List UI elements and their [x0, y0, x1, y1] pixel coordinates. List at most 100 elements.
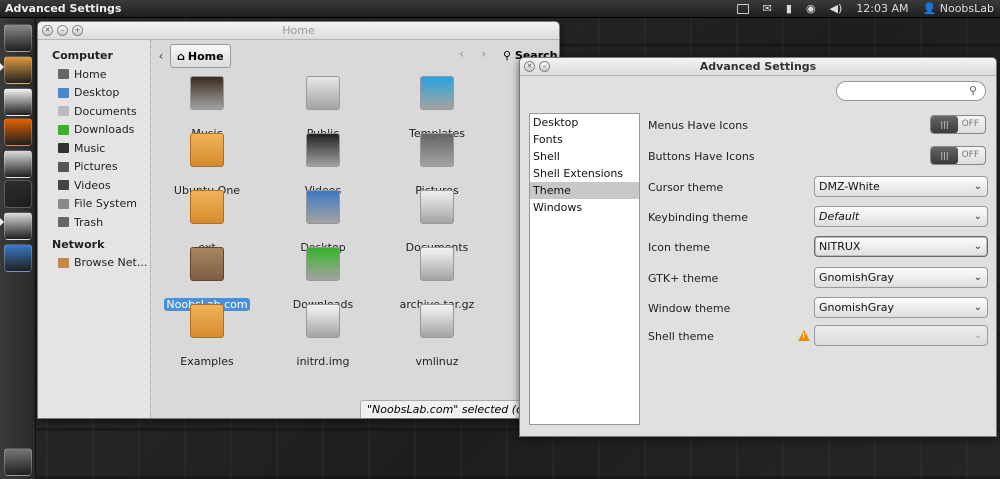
music-icon — [58, 143, 69, 154]
sidebar-item-pictures[interactable]: Pictures — [38, 158, 150, 177]
menus-have-icons-switch[interactable]: ||| OFF — [930, 115, 986, 134]
category-shell[interactable]: Shell — [530, 148, 639, 165]
chevron-down-icon: ⌄ — [973, 181, 982, 192]
window-theme-combo[interactable]: GnomishGray ⌄ — [814, 297, 988, 318]
keybinding-theme-combo[interactable]: Default ⌄ — [814, 206, 988, 227]
minimize-button[interactable]: – — [539, 61, 550, 72]
switch-knob: ||| — [931, 116, 958, 133]
forward-button[interactable]: › — [481, 47, 486, 62]
file-item[interactable]: vmlinuz — [382, 304, 492, 368]
file-item[interactable]: archive.tar.gz — [382, 247, 492, 311]
chevron-down-icon: ⌄ — [973, 330, 982, 341]
file-item[interactable]: NoobsLab.com — [152, 247, 262, 311]
trash-icon[interactable] — [4, 448, 32, 476]
settings-toggle-icon[interactable] — [4, 150, 32, 178]
file-item[interactable]: initrd.img — [268, 304, 378, 368]
file-manager-window: ✕ – + Home Computer Home Desktop Documents… — [37, 21, 560, 419]
sidebar-item-label: Browse Net... — [74, 256, 148, 270]
path-home-button[interactable]: ⌂ Home — [170, 44, 231, 68]
warning-icon: ! — [798, 330, 810, 341]
back-button[interactable]: ‹ — [459, 47, 464, 62]
sidebar-item-label: Pictures — [74, 160, 118, 174]
screen-icon[interactable] — [736, 2, 749, 15]
file-item[interactable]: ext — [152, 190, 262, 254]
file-item[interactable]: Downloads — [268, 247, 378, 311]
setting-label: Buttons Have Icons — [648, 149, 755, 163]
sidebar-item-videos[interactable]: Videos — [38, 176, 150, 195]
buttons-have-icons-switch[interactable]: ||| OFF — [930, 146, 986, 165]
terminal-icon[interactable] — [4, 180, 32, 208]
files-icon[interactable] — [4, 56, 32, 84]
volume-icon[interactable]: ◀) — [830, 2, 843, 15]
dash-icon[interactable] — [4, 24, 32, 52]
sidebar-divider[interactable] — [150, 40, 151, 418]
workspace-icon[interactable] — [4, 244, 32, 272]
network-icon[interactable]: ◉ — [806, 2, 816, 15]
file-item[interactable]: Music — [152, 76, 262, 140]
settings-search-input[interactable]: ⚲ — [836, 81, 986, 101]
close-button[interactable]: ✕ — [524, 61, 535, 72]
cursor-theme-combo[interactable]: DMZ-White ⌄ — [814, 176, 988, 197]
sidebar-item-desktop[interactable]: Desktop — [38, 84, 150, 103]
chevron-down-icon: ⌄ — [973, 272, 982, 283]
home-icon — [58, 69, 69, 80]
file-item[interactable]: Documents — [382, 190, 492, 254]
sidebar-item-music[interactable]: Music — [38, 139, 150, 158]
setting-label: Shell theme — [648, 329, 714, 343]
sidebar-item-downloads[interactable]: Downloads — [38, 121, 150, 140]
search-icon: ⚲ — [503, 49, 512, 62]
advanced-settings-titlebar[interactable]: ✕ – Advanced Settings — [520, 58, 996, 76]
clock[interactable]: 12:03 AM — [856, 2, 908, 15]
chevron-down-icon: ⌄ — [973, 302, 982, 313]
chevron-left-icon[interactable]: ‹ — [152, 49, 170, 63]
maximize-button[interactable]: + — [72, 25, 83, 36]
gtk-theme-combo[interactable]: GnomishGray ⌄ — [814, 267, 988, 288]
writer-icon[interactable] — [4, 88, 32, 116]
sidebar-item-file-system[interactable]: File System — [38, 195, 150, 214]
user-menu[interactable]: 👤 NoobsLab — [923, 2, 994, 15]
browse-network-icon — [58, 257, 69, 268]
app-menu-title[interactable]: Advanced Settings — [0, 2, 730, 15]
sidebar-item-documents[interactable]: Documents — [38, 102, 150, 121]
folder-icon — [190, 247, 224, 281]
setting-row-icon-theme: Icon theme NITRUX ⌄ — [648, 236, 988, 258]
pictures-folder-icon — [420, 133, 454, 167]
places-sidebar: Computer Home Desktop Documents Downloads Mu… — [38, 40, 150, 418]
documents-folder-icon — [420, 190, 454, 224]
chevron-down-icon: ⌄ — [973, 241, 982, 252]
ubuntu-one-folder-icon — [190, 133, 224, 167]
close-button[interactable]: ✕ — [42, 25, 53, 36]
category-shell-extensions[interactable]: Shell Extensions — [530, 165, 639, 182]
sidebar-item-trash[interactable]: Trash — [38, 213, 150, 232]
file-item[interactable]: Public — [268, 76, 378, 140]
category-fonts[interactable]: Fonts — [530, 131, 639, 148]
shell-theme-combo: ⌄ — [814, 325, 988, 346]
file-item[interactable]: Desktop — [268, 190, 378, 254]
file-item[interactable]: Videos — [268, 133, 378, 197]
setting-row-shell-theme: Shell theme! ⌄ — [648, 325, 988, 347]
switch-state: OFF — [961, 119, 979, 129]
active-indicator — [0, 63, 4, 71]
file-item[interactable]: Pictures — [382, 133, 492, 197]
battery-icon[interactable]: ▮ — [786, 2, 792, 15]
category-windows[interactable]: Windows — [530, 199, 639, 216]
mail-icon[interactable]: ✉ — [763, 2, 772, 15]
firefox-icon[interactable] — [4, 118, 32, 146]
file-manager-titlebar[interactable]: ✕ – + Home — [38, 22, 559, 40]
category-desktop[interactable]: Desktop — [530, 114, 639, 131]
file-item[interactable]: Examples — [152, 304, 262, 368]
sidebar-item-label: Music — [74, 141, 106, 155]
sidebar-item-browse-net[interactable]: Browse Net... — [38, 254, 150, 273]
file-item[interactable]: Templates — [382, 76, 492, 140]
file-item[interactable]: Ubuntu One — [152, 133, 262, 197]
home-icon: ⌂ — [177, 49, 185, 63]
icon-theme-combo[interactable]: NITRUX ⌄ — [814, 236, 988, 257]
minimize-button[interactable]: – — [57, 25, 68, 36]
documents-icon — [58, 106, 69, 117]
category-theme[interactable]: Theme — [530, 182, 639, 199]
advanced-settings-icon[interactable] — [4, 212, 32, 240]
setting-row-keybinding-theme: Keybinding theme Default ⌄ — [648, 206, 988, 228]
locked-file-icon — [420, 304, 454, 338]
sidebar-item-home[interactable]: Home — [38, 65, 150, 84]
switch-state: OFF — [961, 150, 979, 160]
